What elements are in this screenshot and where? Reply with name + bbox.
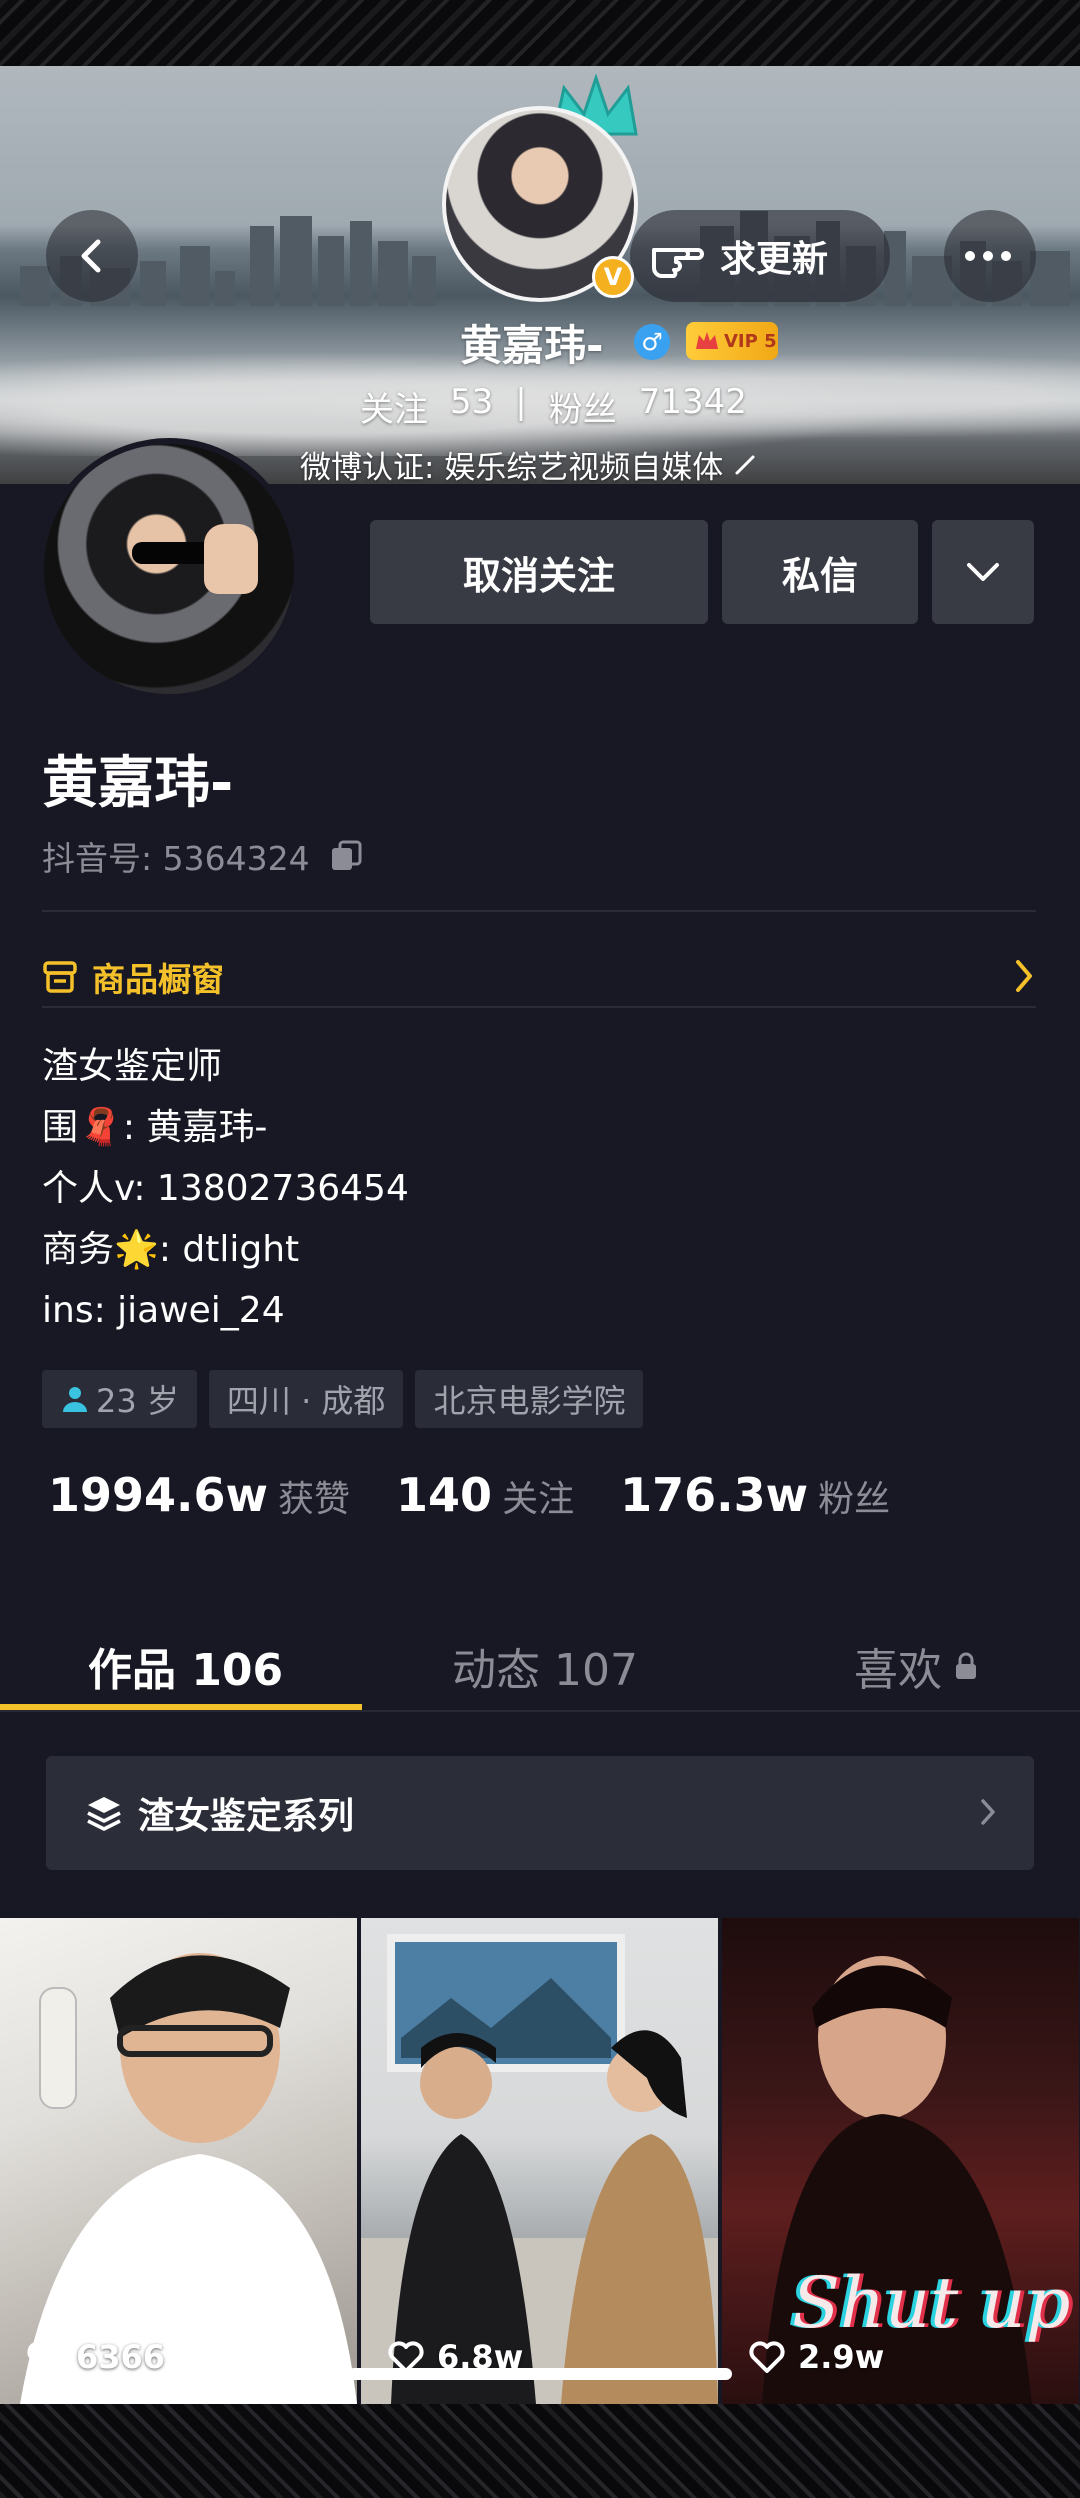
banner-name: 黄嘉玮- — [460, 321, 604, 370]
profile-name: 黄嘉玮- — [42, 751, 234, 816]
star-emoji-icon: 🌟 — [114, 1229, 159, 1270]
bio-line: ins: jiawei_24 — [42, 1290, 285, 1331]
shop-window-label: 商品橱窗 — [92, 960, 224, 999]
layers-icon — [87, 1797, 121, 1831]
weibo-certification[interactable]: 微博认证: 娱乐综艺视频自媒体 — [300, 442, 759, 484]
profile-screen: 求更新 V 黄嘉玮- ♂ VIP 5 关注 53 | 粉丝 71342 微博认证… — [0, 66, 1080, 2404]
likes-stat: 1994.6w 获赞 — [48, 1468, 351, 1522]
tab-works[interactable]: 作品 106 — [88, 1634, 283, 1698]
pointing-hand-icon — [652, 248, 704, 278]
chevron-right-icon — [1016, 960, 1032, 992]
tab-dynamic[interactable]: 动态 107 — [452, 1634, 638, 1698]
bio-line: 个人v: 13802736454 — [42, 1168, 409, 1209]
copy-icon[interactable] — [328, 838, 364, 874]
divider — [42, 1006, 1036, 1008]
more-button[interactable] — [944, 210, 1036, 302]
video-thumbnail[interactable]: Shut up 2.9w — [722, 1918, 1079, 2404]
crown-small-icon — [696, 332, 718, 349]
male-gender-icon: ♂ — [634, 324, 670, 360]
banner-fans-label: 粉丝 — [548, 390, 617, 430]
unfollow-button[interactable]: 取消关注 — [370, 520, 708, 624]
chevron-down-icon — [967, 563, 999, 581]
pencil-icon — [735, 455, 755, 474]
heart-outline-icon — [749, 2341, 785, 2373]
bio-line: 围🧣: 黄嘉玮- — [42, 1107, 268, 1148]
vip-label: VIP 5 — [724, 330, 777, 352]
shop-icon — [43, 961, 77, 993]
series-collection[interactable]: 渣女鉴定系列 — [46, 1756, 1034, 1870]
age-tag: 23 岁 — [42, 1370, 197, 1428]
request-update-button[interactable]: 求更新 — [630, 210, 890, 302]
fans-stat[interactable]: 176.3w 粉丝 — [620, 1468, 890, 1522]
profile-bio: 渣女鉴定师 围🧣: 黄嘉玮- 个人v: 13802736454 商务🌟: dtl… — [42, 1036, 409, 1341]
back-button[interactable] — [46, 210, 138, 302]
banner-following-count: 53 — [450, 382, 494, 422]
video-person-image — [20, 1953, 357, 2404]
tab-likes[interactable]: 喜欢 — [854, 1634, 978, 1698]
request-update-label: 求更新 — [720, 239, 829, 280]
chevron-left-icon — [81, 239, 101, 273]
heart-outline-icon — [27, 2341, 63, 2373]
video-thumbnail[interactable]: 6.8w — [361, 1918, 718, 2404]
certification-text: 微博认证: 娱乐综艺视频自媒体 — [300, 450, 724, 484]
bio-line: 渣女鉴定师 — [42, 1046, 223, 1087]
video-grid: 6366 6.8w Shut up 2.9w — [0, 1918, 1080, 2404]
recommend-dropdown-button[interactable] — [932, 520, 1034, 624]
video-likes: 2.9w — [748, 2338, 884, 2376]
school-tag: 北京电影学院 — [415, 1370, 644, 1428]
video-likes: 6366 — [26, 2338, 165, 2376]
banner-fans-count: 71342 — [638, 382, 747, 422]
more-dots-icon — [965, 251, 1011, 261]
video-overlay-text: Shut up — [792, 2262, 1071, 2344]
video-thumbnail[interactable]: 6366 — [0, 1918, 357, 2404]
bio-line: 商务🌟: dtlight — [42, 1229, 300, 1270]
following-stat[interactable]: 140 关注 — [396, 1468, 574, 1522]
scarf-emoji-icon: 🧣 — [78, 1107, 123, 1148]
chevron-right-icon — [981, 1799, 995, 1825]
wallpaper-top — [0, 0, 1080, 66]
douyin-id: 抖音号: 5364324 — [42, 832, 364, 880]
banner-following-label: 关注 — [360, 390, 428, 430]
active-tab-indicator — [0, 1704, 362, 1710]
divider — [42, 910, 1036, 912]
content-tabs: 作品 106 动态 107 喜欢 — [0, 1616, 1080, 1712]
banner-separator: | — [515, 382, 527, 422]
home-indicator[interactable] — [348, 2368, 732, 2380]
location-tag: 四川 · 成都 — [208, 1370, 404, 1428]
lock-icon — [956, 1652, 976, 1679]
series-label: 渣女鉴定系列 — [138, 1796, 355, 1837]
profile-avatar[interactable] — [38, 438, 300, 700]
vip-badge: VIP 5 — [686, 322, 778, 360]
douyin-id-text: 抖音号: 5364324 — [42, 839, 310, 878]
person-icon — [63, 1387, 87, 1412]
wallpaper-bottom — [0, 2404, 1080, 2498]
profile-banner: 求更新 V 黄嘉玮- ♂ VIP 5 关注 53 | 粉丝 71342 微博认证… — [0, 66, 1080, 484]
profile-tags: 23 岁 四川 · 成都 北京电影学院 — [42, 1370, 644, 1428]
video-scene-image — [361, 1934, 718, 2404]
verified-badge-icon: V — [592, 256, 634, 298]
profile-stats: 1994.6w 获赞 140 关注 176.3w 粉丝 — [48, 1468, 890, 1522]
banner-stats: 关注 53 | 粉丝 71342 — [360, 382, 747, 431]
message-button[interactable]: 私信 — [722, 520, 918, 624]
